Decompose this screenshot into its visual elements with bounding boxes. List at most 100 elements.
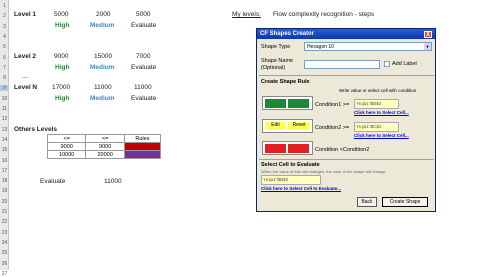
level1-medium: Medium [90, 22, 115, 29]
level2-label: Level 2 [14, 53, 37, 60]
shape-type-select[interactable]: Hexagon 10 ▼ [304, 42, 432, 51]
level1-label: Level 1 [14, 11, 37, 18]
add-label-text: Add Label [392, 61, 417, 67]
row-number[interactable]: 2 [0, 13, 9, 19]
row-number[interactable]: 8 [0, 75, 9, 81]
row-number[interactable]: 18 [0, 178, 9, 184]
row-number[interactable]: 10 [0, 96, 9, 102]
edit-button[interactable]: Edit [265, 122, 286, 130]
row-number[interactable]: 7 [0, 65, 9, 71]
condition2-input[interactable]: 'Hoja1'!$C$2 [354, 122, 399, 132]
eval-cell-input[interactable]: 'Hoja1'!$B$2 [261, 175, 321, 185]
condition1-label: Condition1 >= [315, 102, 350, 108]
levelN-evaluate: Evaluate [131, 95, 157, 102]
select-cell-link-2[interactable]: Click here to Select Cell... [354, 133, 409, 138]
row-number[interactable]: 24 [0, 240, 9, 246]
green-swatch[interactable] [265, 99, 286, 108]
levelN-v2[interactable]: 11000 [94, 84, 112, 91]
shape-type-value: Hexagon 10 [307, 44, 334, 50]
levelN-label: Level N [14, 84, 38, 91]
cf-shapes-dialog: CF Shapes Creator X Shape Type Hexagon 1… [256, 28, 436, 212]
create-rule-label: Create Shape Rule [261, 79, 310, 85]
row-number[interactable]: 3 [0, 24, 9, 30]
row-number[interactable]: 17 [0, 168, 9, 174]
others-levels-label: Others Levels [14, 126, 57, 133]
close-button[interactable]: X [424, 30, 432, 38]
condition3-label: Condition <Condition2 [315, 147, 370, 153]
create-shape-button[interactable]: Create Shape [382, 197, 428, 207]
row-number[interactable]: 21 [0, 209, 9, 215]
row-number[interactable]: 15 [0, 147, 9, 153]
divider [259, 75, 434, 76]
select-cell-label: Select Cell to Evaluate [261, 162, 320, 168]
my-levels-label: My levels: [232, 11, 261, 18]
row-number[interactable]: 6 [0, 55, 9, 61]
reset-button[interactable]: Reset [288, 122, 310, 130]
shape-type-label: Shape Type [261, 44, 291, 50]
row-header: 1 2 3 4 5 6 7 8 9 10 11 12 13 14 15 16 17 18 19 20 21 22 23 24 2… [0, 0, 9, 277]
level1-v1[interactable]: 5000 [54, 11, 68, 18]
row-number[interactable]: 9 [0, 85, 9, 92]
row-number[interactable]: 27 [0, 271, 9, 277]
table-header: <= [46, 134, 87, 143]
divider [259, 159, 434, 160]
row-number[interactable]: 23 [0, 230, 9, 236]
condition2-label: Condition2 >= [315, 125, 350, 131]
level2-medium: Medium [90, 64, 115, 71]
rule-color-red [123, 142, 162, 151]
row-number[interactable]: 5 [0, 44, 9, 50]
rule-color-purple [123, 150, 162, 159]
evaluate-label: Evaluate [40, 178, 66, 185]
row-number[interactable]: 19 [0, 188, 9, 194]
select-eval-link[interactable]: Click here to Select Cell to Evaluate... [261, 186, 341, 191]
table-header: Rules [123, 134, 162, 143]
row-number[interactable]: 26 [0, 261, 9, 267]
dialog-titlebar[interactable]: CF Shapes Creator X [257, 29, 435, 39]
level2-high: High [55, 64, 70, 71]
level2-v2[interactable]: 15000 [94, 53, 112, 60]
levelN-medium: Medium [90, 95, 115, 102]
levelN-high: High [55, 95, 70, 102]
levelN-v1[interactable]: 17000 [52, 84, 70, 91]
ellipsis: ... [22, 73, 28, 80]
level1-high: High [55, 22, 70, 29]
level2-evaluate: Evaluate [131, 64, 157, 71]
rules-table: <= <= Rules 9000 9000 10000 20000 [46, 134, 162, 159]
shape-name-input[interactable] [304, 60, 380, 69]
table-cell[interactable]: 20000 [85, 150, 125, 159]
row-number[interactable]: 13 [0, 127, 9, 133]
level1-v3[interactable]: 5000 [136, 11, 150, 18]
row-number[interactable]: 1 [0, 3, 9, 9]
levelN-v3[interactable]: 11000 [134, 84, 152, 91]
row-number[interactable]: 20 [0, 199, 9, 205]
select-cell-hint: When the value of this cell changes, the… [261, 169, 386, 174]
row-number[interactable]: 11 [0, 106, 9, 112]
table-cell[interactable]: 10000 [46, 150, 87, 159]
level1-evaluate: Evaluate [131, 22, 157, 29]
evaluate-value[interactable]: 11000 [104, 178, 122, 185]
level2-v3[interactable]: 7000 [136, 53, 150, 60]
row-number[interactable]: 4 [0, 34, 9, 40]
row-number[interactable]: 25 [0, 250, 9, 256]
write-value-hint: Write value or select cell with conditio… [339, 88, 417, 93]
add-label-checkbox[interactable] [384, 61, 390, 67]
select-cell-link-1[interactable]: Click here to Select Cell... [354, 110, 409, 115]
green-swatch[interactable] [288, 99, 309, 108]
dialog-title: CF Shapes Creator [260, 31, 315, 37]
row-number[interactable]: 14 [0, 137, 9, 143]
level2-v1[interactable]: 9000 [54, 53, 68, 60]
shape-name-label: Shape Name [261, 58, 294, 64]
red-swatch[interactable] [288, 144, 309, 153]
table-cell[interactable]: 9000 [46, 142, 87, 151]
chevron-down-icon[interactable]: ▼ [424, 43, 431, 50]
row-number[interactable]: 16 [0, 158, 9, 164]
back-button[interactable]: Back [357, 197, 377, 207]
row-number[interactable]: 12 [0, 116, 9, 122]
condition1-input[interactable]: 'Hoja1'!$B$2 [354, 99, 399, 109]
table-cell[interactable]: 9000 [85, 142, 125, 151]
red-swatch[interactable] [265, 144, 286, 153]
page-heading: Flow complexity recognition - steps [273, 11, 375, 18]
table-header: <= [85, 134, 125, 143]
level1-v2[interactable]: 2000 [96, 11, 110, 18]
row-number[interactable]: 22 [0, 219, 9, 225]
